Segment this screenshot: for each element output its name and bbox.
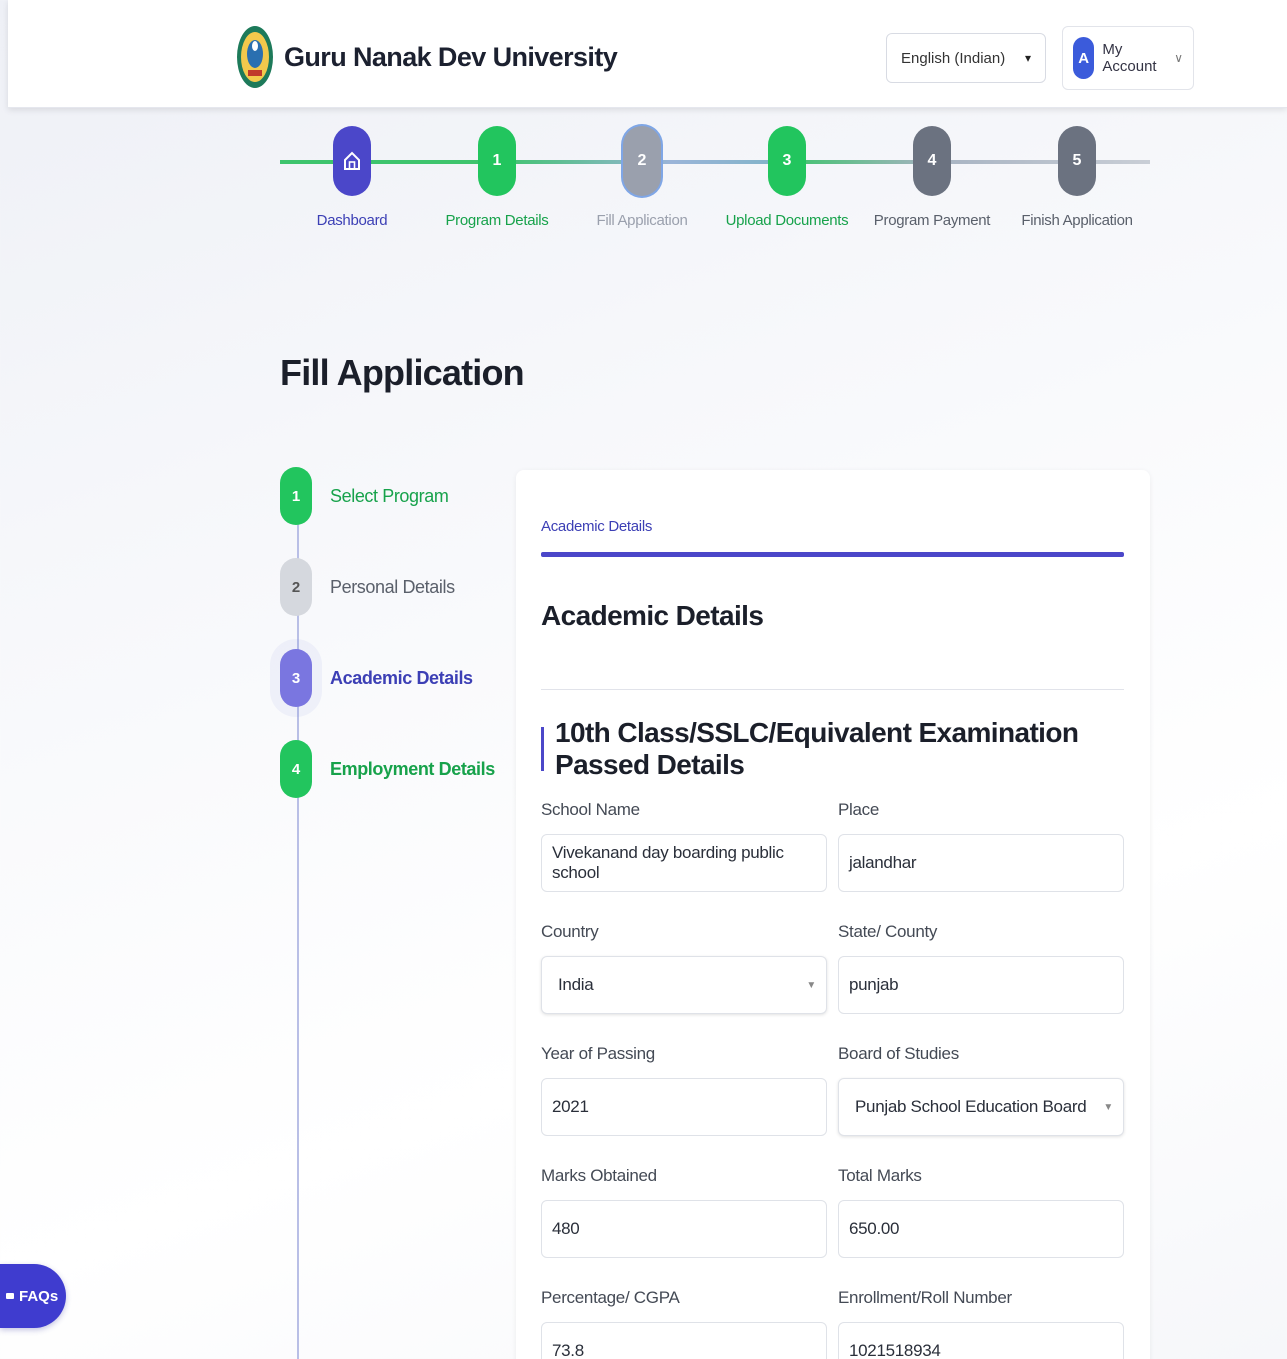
language-select[interactable]: English (Indian) ▾ — [886, 33, 1046, 83]
progress-stepper: Dashboard 1 Program Details 2 Fill Appli… — [280, 118, 1150, 248]
step-upload-documents[interactable]: 3 Upload Documents — [722, 126, 852, 229]
brand-link[interactable]: Guru Nanak Dev University — [236, 24, 618, 90]
total-marks-input[interactable]: 650.00 — [838, 1200, 1124, 1258]
card-title: Academic Details — [541, 600, 764, 631]
academic-details-card: Academic Details Academic Details 10th C… — [516, 470, 1150, 1359]
roll-number-field: Enrollment/Roll Number 1021518934 — [838, 1288, 1124, 1359]
side-step-number: 2 — [280, 558, 312, 616]
step-label: Program Details — [445, 212, 549, 229]
section-heading: 10th Class/SSLC/Equivalent Examination P… — [541, 717, 1150, 780]
field-label: School Name — [541, 800, 640, 819]
chevron-down-icon: ▾ — [1024, 51, 1031, 65]
side-step-number: 1 — [280, 467, 312, 525]
roll-number-input[interactable]: 1021518934 — [838, 1322, 1124, 1359]
side-step-label: Select Program — [330, 485, 449, 506]
select-arrow-icon: ▼ — [1103, 1101, 1113, 1113]
side-step-number: 3 — [280, 649, 312, 707]
divider — [541, 689, 1124, 690]
side-step-label: Personal Details — [330, 576, 455, 597]
page-title: Fill Application — [280, 352, 525, 393]
field-label: Country — [541, 922, 599, 941]
step-label: Upload Documents — [725, 212, 849, 229]
field-label: Year of Passing — [541, 1044, 655, 1063]
school-name-input[interactable]: Vivekanand day boarding public school — [541, 834, 827, 892]
side-step-label: Academic Details — [330, 667, 473, 688]
step-label: Finish Application — [1021, 212, 1133, 229]
side-step-employment-details[interactable]: 4 Employment Details — [280, 740, 495, 798]
step-label: Fill Application — [596, 212, 688, 229]
university-logo-icon — [237, 26, 273, 88]
state-input[interactable]: punjab — [838, 956, 1124, 1014]
field-label: Marks Obtained — [541, 1166, 657, 1185]
country-select[interactable]: India ▼ — [541, 956, 827, 1014]
faq-label: FAQs — [19, 1287, 59, 1305]
country-value: India — [558, 975, 594, 994]
side-stepper-line — [297, 500, 299, 1359]
place-input[interactable]: jalandhar — [838, 834, 1124, 892]
board-field: Board of Studies Punjab School Education… — [838, 1044, 1124, 1136]
field-label: Place — [838, 800, 880, 819]
step-label: Program Payment — [873, 212, 991, 229]
field-label: Percentage/ CGPA — [541, 1288, 680, 1307]
step-number: 2 — [623, 126, 661, 196]
percentage-input[interactable]: 73.8 — [541, 1322, 827, 1359]
select-arrow-icon: ▼ — [806, 979, 816, 991]
board-value: Punjab School Education Board — [855, 1097, 1087, 1116]
side-step-number: 4 — [280, 740, 312, 798]
marks-obtained-input[interactable]: 480 — [541, 1200, 827, 1258]
step-number: 5 — [1058, 126, 1096, 196]
percentage-field: Percentage/ CGPA 73.8 — [541, 1288, 827, 1359]
side-step-select-program[interactable]: 1 Select Program — [280, 467, 449, 525]
field-label: Total Marks — [838, 1166, 922, 1185]
tab-academic-details[interactable]: Academic Details — [541, 518, 652, 535]
language-value: English (Indian) — [901, 49, 1006, 67]
home-icon — [333, 126, 371, 196]
field-label: Board of Studies — [838, 1044, 959, 1063]
year-of-passing-field: Year of Passing 2021 — [541, 1044, 827, 1136]
step-program-details[interactable]: 1 Program Details — [432, 126, 562, 229]
step-number: 3 — [768, 126, 806, 196]
side-step-label: Employment Details — [330, 758, 495, 779]
chat-icon — [6, 1293, 14, 1299]
side-step-academic-details[interactable]: 3 Academic Details — [280, 649, 473, 707]
side-step-personal-details[interactable]: 2 Personal Details — [280, 558, 455, 616]
top-header: Guru Nanak Dev University English (India… — [8, 0, 1287, 108]
year-of-passing-input[interactable]: 2021 — [541, 1078, 827, 1136]
total-marks-field: Total Marks 650.00 — [838, 1166, 1124, 1258]
avatar: A — [1073, 37, 1095, 79]
step-number: 4 — [913, 126, 951, 196]
chevron-down-icon: ∨ — [1174, 51, 1183, 65]
step-finish-application[interactable]: 5 Finish Application — [1012, 126, 1142, 229]
step-fill-application[interactable]: 2 Fill Application — [577, 126, 707, 229]
field-label: State/ County — [838, 922, 938, 941]
state-field: State/ County punjab — [838, 922, 1124, 1014]
step-label: Dashboard — [316, 212, 388, 229]
school-name-field: School Name Vivekanand day boarding publ… — [541, 800, 827, 892]
tab-active-indicator — [541, 552, 1124, 557]
account-label: My Account — [1102, 41, 1157, 75]
step-program-payment[interactable]: 4 Program Payment — [867, 126, 997, 229]
marks-obtained-field: Marks Obtained 480 — [541, 1166, 827, 1258]
field-label: Enrollment/Roll Number — [838, 1288, 1012, 1307]
country-field: Country India ▼ — [541, 922, 827, 1014]
place-field: Place jalandhar — [838, 800, 1124, 892]
university-name: Guru Nanak Dev University — [284, 41, 618, 72]
board-select[interactable]: Punjab School Education Board ▼ — [838, 1078, 1124, 1136]
faq-button[interactable]: FAQs — [0, 1264, 66, 1328]
step-dashboard[interactable]: Dashboard — [287, 126, 417, 229]
account-menu-button[interactable]: A My Account ∨ — [1062, 26, 1194, 90]
step-number: 1 — [478, 126, 516, 196]
